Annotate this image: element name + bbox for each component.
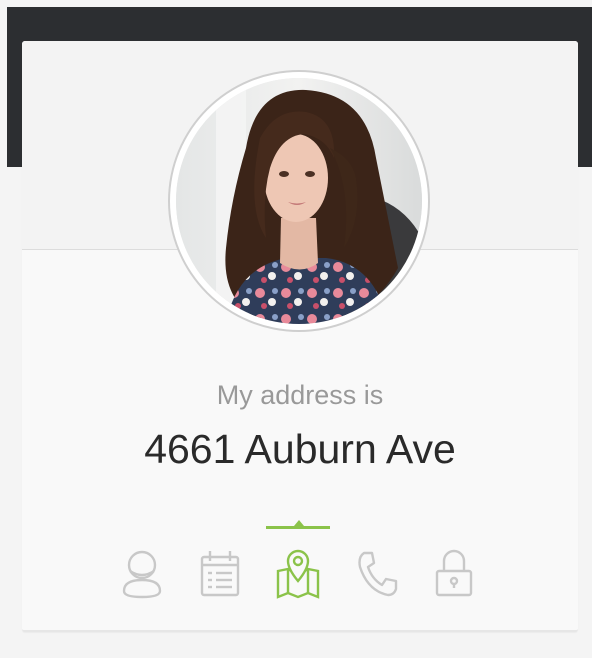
info-tabs xyxy=(112,520,492,605)
tab-phone[interactable] xyxy=(346,541,406,605)
tab-password[interactable] xyxy=(424,541,484,605)
tab-location[interactable] xyxy=(268,541,328,605)
map-icon xyxy=(276,549,320,599)
avatar-photo xyxy=(176,78,422,324)
info-title: My address is xyxy=(216,380,384,410)
tab-name[interactable] xyxy=(112,541,172,605)
info-value: 4661 Auburn Ave xyxy=(144,426,456,472)
avatar-frame xyxy=(170,72,428,330)
user-card: My address is 4661 Auburn Ave xyxy=(22,41,578,632)
tab-birthday[interactable] xyxy=(190,541,250,605)
phone-icon xyxy=(358,551,398,597)
lock-icon xyxy=(435,549,473,597)
avatar xyxy=(176,78,422,324)
calendar-icon xyxy=(200,551,240,597)
user-icon xyxy=(122,550,162,599)
active-tab-indicator xyxy=(266,520,330,529)
